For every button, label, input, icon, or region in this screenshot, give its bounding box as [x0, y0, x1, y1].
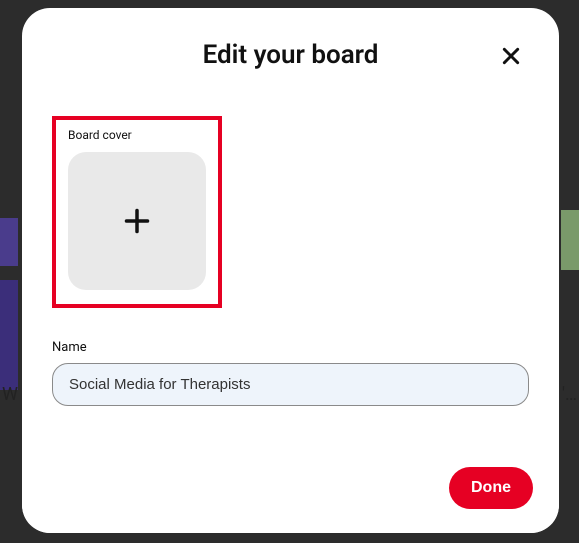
add-cover-button[interactable] [68, 152, 206, 290]
modal-footer: Done [22, 451, 559, 533]
name-section: Name [52, 340, 529, 406]
board-cover-section: Board cover [52, 116, 222, 308]
done-button[interactable]: Done [449, 467, 533, 509]
spacer [52, 406, 529, 426]
edit-board-modal: Edit your board Board cover Name Done [22, 8, 559, 533]
board-cover-label: Board cover [68, 128, 206, 142]
modal-body[interactable]: Board cover Name [22, 88, 559, 451]
modal-title: Edit your board [46, 40, 535, 70]
bg-fragment [0, 218, 18, 266]
modal-header: Edit your board [22, 8, 559, 88]
close-button[interactable] [497, 42, 525, 70]
close-icon [501, 46, 521, 66]
bg-text: '… [562, 384, 577, 405]
name-label: Name [52, 340, 529, 355]
name-input[interactable] [52, 363, 529, 406]
bg-text: W [2, 384, 18, 405]
bg-fragment [0, 280, 18, 390]
bg-fragment [561, 210, 579, 270]
plus-icon [123, 207, 151, 235]
